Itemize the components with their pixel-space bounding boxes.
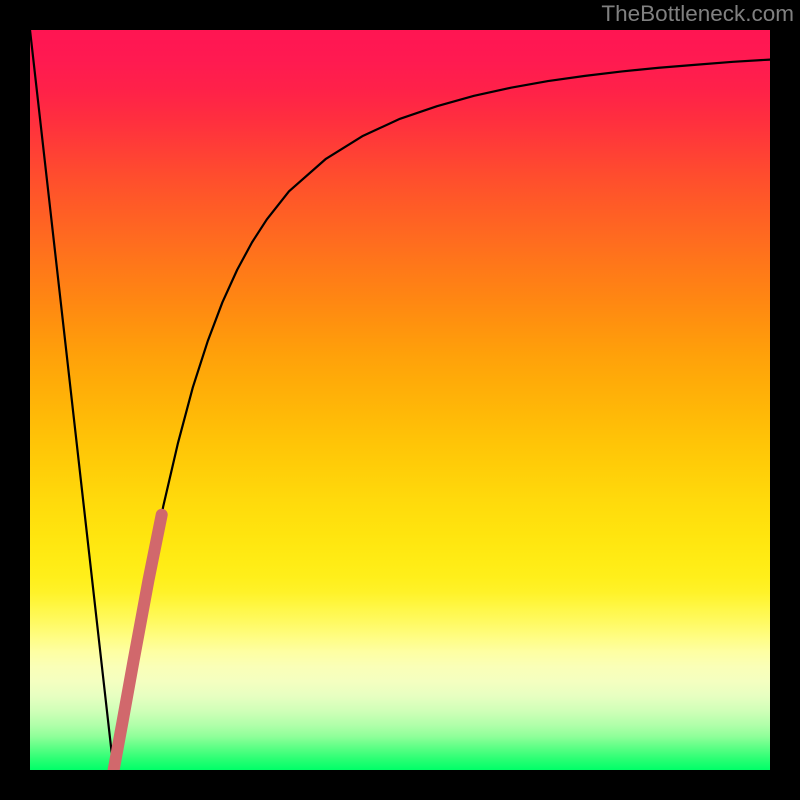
plot-svg xyxy=(30,30,770,770)
watermark: TheBottleneck.com xyxy=(601,1,794,27)
plot-area xyxy=(30,30,770,770)
watermark-text: TheBottleneck.com xyxy=(601,1,794,26)
chart-frame: TheBottleneck.com xyxy=(0,0,800,800)
gradient-background xyxy=(30,30,770,770)
